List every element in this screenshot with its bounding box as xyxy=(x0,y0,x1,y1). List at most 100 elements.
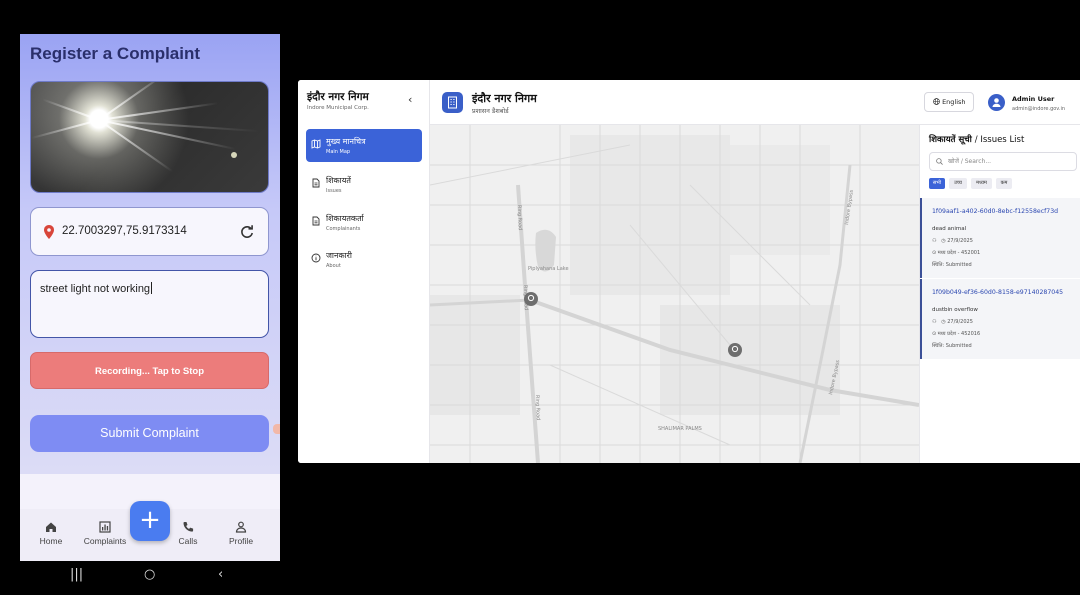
map-label: SHALIMAR PALMS xyxy=(658,426,702,432)
sidebar-item-sublabel: Complainants xyxy=(326,226,361,232)
document-icon xyxy=(312,178,320,188)
issue-location-row: ⊙ मध्य प्रदेश - 452016 xyxy=(932,331,980,337)
sidebar-item-about[interactable]: जानकारी About xyxy=(306,243,422,276)
building-icon xyxy=(442,92,463,113)
issues-panel: शिकायतें सूची / Issues List खोजें / Sear… xyxy=(919,125,1080,463)
system-navigation-bar: ||| ○ ‹ xyxy=(20,561,280,591)
avatar[interactable] xyxy=(988,94,1005,111)
chart-icon xyxy=(99,521,111,533)
sidebar-item-label: शिकायतें xyxy=(326,176,351,185)
issue-type: dustbin overflow xyxy=(932,307,978,313)
issue-date-row: ⚇ ◷ 27/9/2025 xyxy=(932,238,973,244)
filter-low[interactable]: कम xyxy=(996,178,1012,189)
info-icon xyxy=(311,253,321,263)
recording-button[interactable]: Recording... Tap to Stop xyxy=(30,352,269,389)
person-icon: ⚇ xyxy=(932,238,937,244)
nav-profile-label: Profile xyxy=(228,536,254,546)
sidebar-title: इंदौर नगर निगम xyxy=(307,91,369,103)
back-icon[interactable]: ‹ xyxy=(218,567,223,582)
filter-high[interactable]: उच्च xyxy=(949,178,967,189)
map-label: Ring Road xyxy=(534,395,541,421)
description-text: street light not working xyxy=(40,283,151,295)
map-icon xyxy=(311,139,321,149)
map-marker-icon[interactable] xyxy=(728,343,742,357)
add-complaint-fab[interactable]: + xyxy=(130,501,170,541)
filter-all[interactable]: सभी xyxy=(929,178,945,189)
header-title: इंदौर नगर निगम xyxy=(472,92,537,105)
refresh-icon[interactable] xyxy=(239,224,255,240)
clock-icon: ◷ xyxy=(941,238,946,244)
sidebar-item-sublabel: Issues xyxy=(326,188,342,194)
collapse-sidebar-icon[interactable]: ‹ xyxy=(408,93,412,106)
person-icon xyxy=(235,521,247,533)
issue-location: मध्य प्रदेश - 452001 xyxy=(937,250,981,256)
nav-home[interactable]: Home xyxy=(25,521,77,546)
person-icon: ⚇ xyxy=(932,319,937,325)
filter-medium[interactable]: मध्यम xyxy=(971,178,992,189)
nav-complaints-label: Complaints xyxy=(83,536,127,546)
issue-date: 27/9/2025 xyxy=(947,238,973,244)
clock-icon: ◷ xyxy=(941,319,946,325)
admin-dashboard: इंदौर नगर निगम Indore Municipal Corp. ‹ … xyxy=(298,80,1080,463)
submit-complaint-button[interactable]: Submit Complaint xyxy=(30,415,269,452)
user-email: admin@indore.gov.in xyxy=(1012,106,1066,112)
location-icon: ⊙ xyxy=(932,331,937,337)
sidebar-item-label: जानकारी xyxy=(326,251,353,260)
map-view[interactable]: Ring Road Piplyahana Lake Ring Road Ring… xyxy=(430,125,919,463)
issue-location-row: ⊙ मध्य प्रदेश - 452001 xyxy=(932,250,980,256)
issue-date: 27/9/2025 xyxy=(947,319,973,325)
issues-search-input[interactable]: खोजें / Search... xyxy=(929,152,1077,171)
sidebar-item-sublabel: About xyxy=(326,263,341,269)
issues-title-hindi: शिकायतें सूची xyxy=(929,135,972,145)
language-button[interactable]: English xyxy=(924,92,974,112)
complaint-photo[interactable] xyxy=(30,81,269,193)
text-caret xyxy=(151,282,153,294)
issue-status: स्थिति: Submitted xyxy=(932,343,972,349)
header: इंदौर नगर निगम प्रशासन डैशबोर्ड English … xyxy=(430,80,1080,125)
issue-location: मध्य प्रदेश - 452016 xyxy=(937,331,981,337)
search-icon xyxy=(936,158,943,165)
mobile-app: Register a Complaint 22.7003297,75.91733… xyxy=(20,34,280,561)
issues-title: शिकायतें सूची / Issues List xyxy=(929,134,1024,145)
page-title: Register a Complaint xyxy=(30,44,201,63)
issue-card[interactable]: 1f09aaf1-a402-60d0-8ebc-f12558ecf73d dea… xyxy=(920,198,1080,278)
issues-title-english: / Issues List xyxy=(974,135,1025,145)
street-map: Ring Road Piplyahana Lake Ring Road Ring… xyxy=(430,125,919,463)
home-icon xyxy=(46,522,56,532)
search-placeholder: खोजें / Search... xyxy=(948,158,992,165)
sidebar-item-complainants[interactable]: शिकायतकर्ता Complainants xyxy=(306,206,422,239)
recent-apps-icon[interactable]: ||| xyxy=(70,567,83,582)
user-name: Admin User xyxy=(1012,95,1055,103)
issue-id: 1f09aaf1-a402-60d0-8ebc-f12558ecf73d xyxy=(932,208,1059,215)
sidebar-item-label: मुख्य मानचित्र xyxy=(326,137,366,146)
sidebar-item-issues[interactable]: शिकायतें Issues xyxy=(306,168,422,201)
scroll-indicator xyxy=(273,424,280,434)
sidebar-item-label: शिकायतकर्ता xyxy=(326,214,364,223)
sidebar-item-main-map[interactable]: मुख्य मानचित्र Main Map xyxy=(306,129,422,162)
nav-complaints[interactable]: Complaints xyxy=(79,521,131,546)
location-icon: ⊙ xyxy=(932,250,937,256)
sidebar-item-sublabel: Main Map xyxy=(326,149,351,155)
sidebar-subtitle: Indore Municipal Corp. xyxy=(307,105,369,111)
header-subtitle: प्रशासन डैशबोर्ड xyxy=(472,107,509,115)
sidebar: इंदौर नगर निगम Indore Municipal Corp. ‹ … xyxy=(298,80,430,463)
globe-icon xyxy=(933,98,940,105)
document-icon xyxy=(312,216,320,226)
nav-home-label: Home xyxy=(39,536,63,546)
map-label: Ring Road xyxy=(516,205,523,231)
phone-icon xyxy=(183,522,194,532)
location-coordinates: 22.7003297,75.9173314 xyxy=(62,225,187,237)
map-label: Piplyahana Lake xyxy=(528,266,569,272)
home-circle-icon[interactable]: ○ xyxy=(144,567,155,582)
issue-status: स्थिति: Submitted xyxy=(932,262,972,268)
description-input[interactable]: street light not working xyxy=(30,270,269,338)
issue-date-row: ⚇ ◷ 27/9/2025 xyxy=(932,319,973,325)
map-marker-icon[interactable] xyxy=(524,292,538,306)
language-label: English xyxy=(942,98,966,106)
location-pin-icon xyxy=(44,225,54,239)
issue-type: dead animal xyxy=(932,226,967,232)
issue-card[interactable]: 1f09b049-ef36-60d0-8158-e97140287045 dus… xyxy=(920,279,1080,359)
location-field[interactable]: 22.7003297,75.9173314 xyxy=(30,207,269,256)
nav-profile[interactable]: Profile xyxy=(215,521,267,546)
issue-id: 1f09b049-ef36-60d0-8158-e97140287045 xyxy=(932,289,1064,296)
